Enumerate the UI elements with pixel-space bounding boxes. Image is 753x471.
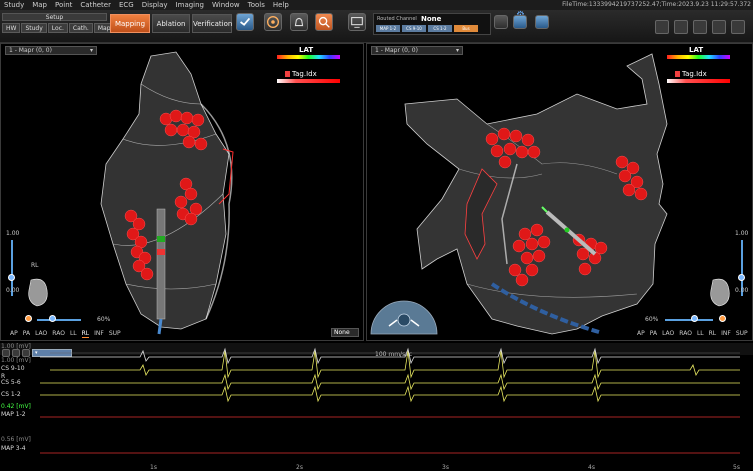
view-rl-right[interactable]: RL: [709, 330, 717, 337]
view-sup[interactable]: SUP: [109, 330, 121, 338]
menu-point[interactable]: Point: [51, 1, 76, 9]
routed-chips: MAP 1-2 CS 9-10 CS 1-2 Bus: [376, 25, 478, 32]
view-pa[interactable]: PA: [23, 330, 30, 338]
menu-display[interactable]: Display: [138, 1, 172, 9]
right-scale-bottom: 0.00: [735, 287, 749, 294]
cube-icon[interactable]: [494, 15, 508, 29]
chip-cs12[interactable]: CS 1-2: [428, 25, 452, 32]
view-sup-right[interactable]: SUP: [736, 330, 748, 337]
left-view-buttons: AP PA LAO RAO LL RL INF SUP: [10, 330, 121, 338]
ablation-button[interactable]: Ablation: [152, 14, 190, 33]
bell-icon[interactable]: [290, 13, 308, 31]
file-time: FileTime:1333994219737252.47;Time:2023.9…: [562, 1, 751, 8]
monitor-icon[interactable]: [348, 13, 366, 31]
view-rao-right[interactable]: RAO: [679, 330, 692, 337]
left-zoom-knob[interactable]: [49, 315, 56, 322]
view-rao[interactable]: RAO: [52, 330, 65, 338]
left-slider-knob[interactable]: [8, 274, 15, 281]
heart-orientation-icon-right: [710, 278, 730, 307]
ecg-tick-5s: 5s: [733, 464, 740, 471]
routed-channel-box[interactable]: Routed Channel None MAP 1-2 CS 9-10 CS 1…: [373, 13, 491, 35]
capture-icon[interactable]: [712, 20, 726, 34]
subtab-loc[interactable]: Loc.: [47, 23, 68, 33]
mapping-button[interactable]: Mapping: [110, 14, 150, 33]
right-map-panel[interactable]: 1 - Mapr (0, 0)▾ LAT Tag.Idx 1.00 0.00: [366, 43, 753, 341]
view-ll-right[interactable]: LL: [697, 330, 704, 337]
right-anatomy-mesh[interactable]: [367, 44, 753, 341]
right-zoom-value: 60%: [645, 316, 659, 323]
left-scale-bottom: 0.00: [6, 287, 20, 294]
view-rl[interactable]: RL: [81, 330, 90, 338]
left-zoom-slider[interactable]: [37, 319, 81, 321]
menu-bar: Study Map Point Catheter ECG Display Ima…: [0, 0, 753, 10]
view-lao-right[interactable]: LAO: [662, 330, 674, 337]
right-slider-knob[interactable]: [738, 274, 745, 281]
network-icon[interactable]: [513, 15, 527, 29]
menu-study[interactable]: Study: [0, 1, 28, 9]
chip-map12[interactable]: MAP 1-2: [376, 25, 400, 32]
ecg-tick-1s: 1s: [150, 464, 157, 471]
setup-subtabs: HW Study Loc. Cath. Map: [2, 23, 115, 33]
menu-map[interactable]: Map: [28, 1, 51, 9]
menu-imaging[interactable]: Imaging: [172, 1, 208, 9]
pin-icon[interactable]: [535, 15, 549, 29]
view-lao[interactable]: LAO: [35, 330, 47, 338]
ecg-tick-2s: 2s: [296, 464, 303, 471]
record-icon[interactable]: [693, 20, 707, 34]
right-zoom-slider[interactable]: [665, 319, 713, 321]
menu-ecg[interactable]: ECG: [115, 1, 138, 9]
compass-icon[interactable]: [264, 13, 282, 31]
view-ap[interactable]: AP: [10, 330, 18, 338]
setup-header[interactable]: Setup: [2, 13, 107, 21]
subtab-hw[interactable]: HW: [2, 23, 21, 33]
menu-help[interactable]: Help: [269, 1, 293, 9]
view-inf[interactable]: INF: [94, 330, 104, 338]
left-anatomy-mesh[interactable]: [1, 44, 364, 341]
carto-window: Study Map Point Catheter ECG Display Ima…: [0, 0, 753, 471]
heart-orientation-icon: [28, 278, 48, 307]
routed-channel-value: None: [421, 15, 442, 23]
left-map-panel[interactable]: 1 - Mapr (0, 0) ▾ LAT Tag.Idx 1.00 0.00 …: [0, 43, 364, 341]
chip-bus[interactable]: Bus: [454, 25, 478, 32]
view-ll[interactable]: LL: [70, 330, 77, 338]
ecg-tick-4s: 4s: [588, 464, 595, 471]
right-tool-icons: [655, 20, 745, 34]
none-dropdown[interactable]: None: [331, 328, 359, 337]
subtab-cath[interactable]: Cath.: [68, 23, 93, 33]
search-map-icon[interactable]: [315, 13, 333, 31]
menu-window[interactable]: Window: [208, 1, 244, 9]
left-orientation-label: RL: [31, 262, 39, 269]
subtab-study[interactable]: Study: [21, 23, 47, 33]
view-pa-right[interactable]: PA: [650, 330, 657, 337]
routed-channel-label: Routed Channel: [377, 16, 417, 22]
left-scale-top: 1.00: [6, 230, 20, 237]
ecg-tick-3s: 3s: [442, 464, 449, 471]
toolbar: Setup HW Study Loc. Cath. Map Mapping Ab…: [0, 10, 753, 43]
menu-tools[interactable]: Tools: [244, 1, 269, 9]
view-ap-right[interactable]: AP: [637, 330, 645, 337]
menu-catheter[interactable]: Catheter: [76, 1, 115, 9]
left-zoom-value: 60%: [97, 316, 111, 323]
right-scale-top: 1.00: [735, 230, 749, 237]
right-zoom-knob[interactable]: [691, 315, 698, 322]
verification-button[interactable]: Verification: [192, 14, 232, 33]
screen-icon[interactable]: [674, 20, 688, 34]
chip-cs910[interactable]: CS 9-10: [402, 25, 426, 32]
printer-icon[interactable]: [655, 20, 669, 34]
none-dropdown-label: None: [334, 329, 350, 336]
ecg-traces[interactable]: [0, 343, 753, 463]
view-inf-right[interactable]: INF: [721, 330, 731, 337]
zoom-reset-icon-right[interactable]: [719, 315, 726, 322]
ecg-panel[interactable]: ▾ 100 mm/sec 1.00 [mV] R 1.00 [mV] CS 9-…: [0, 343, 753, 471]
rotation-control-icon[interactable]: [369, 300, 439, 336]
zoom-reset-icon[interactable]: [25, 315, 32, 322]
right-view-buttons: AP PA LAO RAO LL RL INF SUP: [637, 330, 748, 337]
checkmark-icon[interactable]: [731, 20, 745, 34]
heart-view-icon[interactable]: [236, 13, 254, 31]
